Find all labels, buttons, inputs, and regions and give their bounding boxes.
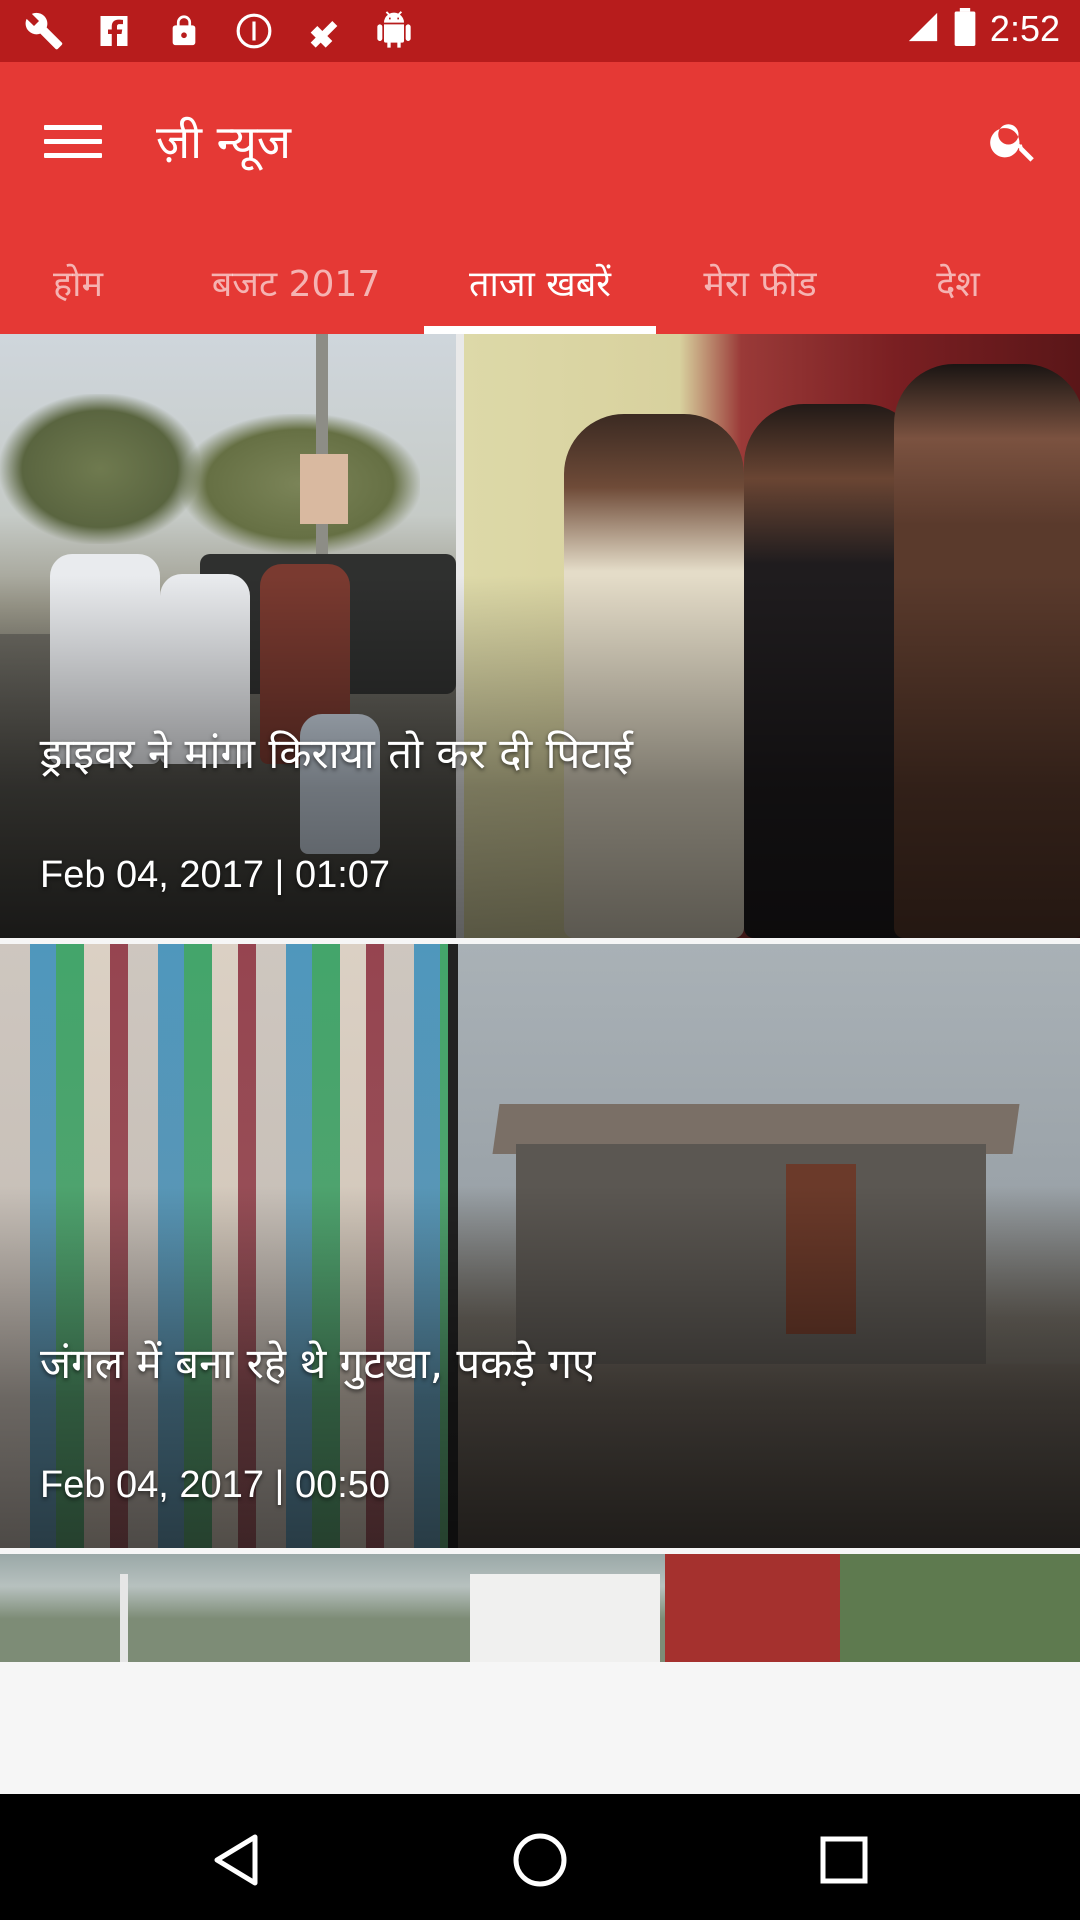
- facebook-icon: [92, 10, 136, 52]
- news-card[interactable]: ड्राइवर ने मांगा किराया तो कर दी पिटाई F…: [0, 334, 1080, 938]
- lock-icon: [162, 10, 206, 52]
- tab-active-indicator: [424, 326, 656, 334]
- tab-budget-2017[interactable]: बजट 2017: [186, 230, 406, 334]
- tab-bar: होम बजट 2017 ताजा खबरें मेरा फीड देश: [0, 230, 1080, 334]
- status-clock: 2:52: [989, 8, 1060, 49]
- search-icon[interactable]: [978, 104, 1050, 176]
- tab-my-feed[interactable]: मेरा फीड: [680, 230, 840, 334]
- wrench-icon: [22, 10, 66, 52]
- android-icon: [372, 10, 416, 52]
- status-bar: 2:52: [0, 0, 1080, 62]
- app-bar: ज़ी न्यूज होम बजट 2017 ताजा खबरें मेरा फ…: [0, 62, 1080, 334]
- back-triangle-icon[interactable]: [196, 1820, 276, 1900]
- screen: 2:52 ज़ी न्यूज होम बजट 2017 ताजा खबरें म…: [0, 0, 1080, 1920]
- do-not-disturb-icon: [232, 10, 276, 52]
- news-timestamp: Feb 04, 2017 | 00:50: [40, 1464, 391, 1506]
- news-card[interactable]: जंगल में बना रहे थे गुटखा, पकड़े गए Feb …: [0, 944, 1080, 1548]
- news-headline[interactable]: ड्राइवर ने मांगा किराया तो कर दी पिटाई: [40, 724, 1040, 781]
- news-feed[interactable]: ड्राइवर ने मांगा किराया तो कर दी पिटाई F…: [0, 334, 1080, 1662]
- menu-icon[interactable]: [44, 112, 102, 170]
- fake-gps-icon: [302, 10, 346, 52]
- recents-square-icon[interactable]: [804, 1820, 884, 1900]
- tab-country[interactable]: देश: [880, 230, 1036, 334]
- tab-home[interactable]: होम: [0, 230, 156, 334]
- battery-icon: [954, 8, 976, 50]
- news-timestamp: Feb 04, 2017 | 01:07: [40, 854, 391, 896]
- navigation-bar: [0, 1794, 1080, 1920]
- tab-latest-news[interactable]: ताजा खबरें: [424, 230, 656, 334]
- news-headline[interactable]: जंगल में बना रहे थे गुटखा, पकड़े गए: [40, 1334, 1040, 1391]
- signal-icon: [906, 10, 940, 48]
- home-circle-icon[interactable]: [500, 1820, 580, 1900]
- news-card[interactable]: [0, 1554, 1080, 1662]
- app-title: ज़ी न्यूज: [156, 115, 292, 169]
